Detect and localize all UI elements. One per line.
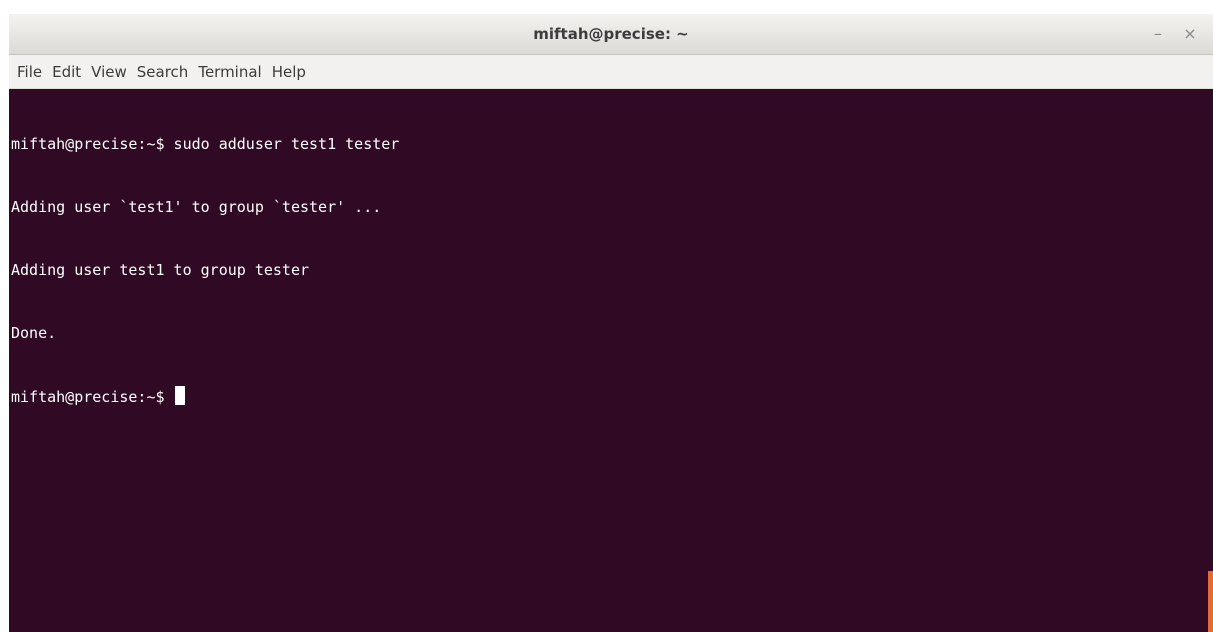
minimize-icon[interactable]: –	[1147, 23, 1169, 45]
scrollbar-thumb[interactable]	[1208, 571, 1213, 632]
menu-terminal[interactable]: Terminal	[193, 55, 266, 89]
window-controls: – ×	[1137, 23, 1201, 45]
terminal-line: Adding user test1 to group tester	[11, 261, 310, 279]
menu-file[interactable]: File	[12, 55, 47, 89]
terminal-window: miftah@precise: ~ – × File Edit View Sea…	[9, 14, 1213, 632]
menu-help[interactable]: Help	[267, 55, 311, 89]
menu-edit[interactable]: Edit	[47, 55, 86, 89]
terminal-line: miftah@precise:~$ sudo adduser test1 tes…	[11, 135, 400, 153]
close-icon[interactable]: ×	[1179, 23, 1201, 45]
terminal-prompt-line: miftah@precise:~$	[11, 386, 1201, 407]
title-bar[interactable]: miftah@precise: ~ – ×	[9, 14, 1213, 55]
terminal-prompt: miftah@precise:~$	[11, 388, 174, 406]
terminal-line: Done.	[11, 324, 57, 342]
terminal-output[interactable]: miftah@precise:~$ sudo adduser test1 tes…	[11, 92, 1201, 632]
text-cursor	[174, 386, 185, 405]
terminal-line: Adding user `test1' to group `tester' ..…	[11, 198, 382, 216]
menu-view[interactable]: View	[86, 55, 132, 89]
window-title: miftah@precise: ~	[533, 25, 689, 43]
menu-search[interactable]: Search	[132, 55, 194, 89]
menu-bar: File Edit View Search Terminal Help	[9, 55, 1213, 89]
